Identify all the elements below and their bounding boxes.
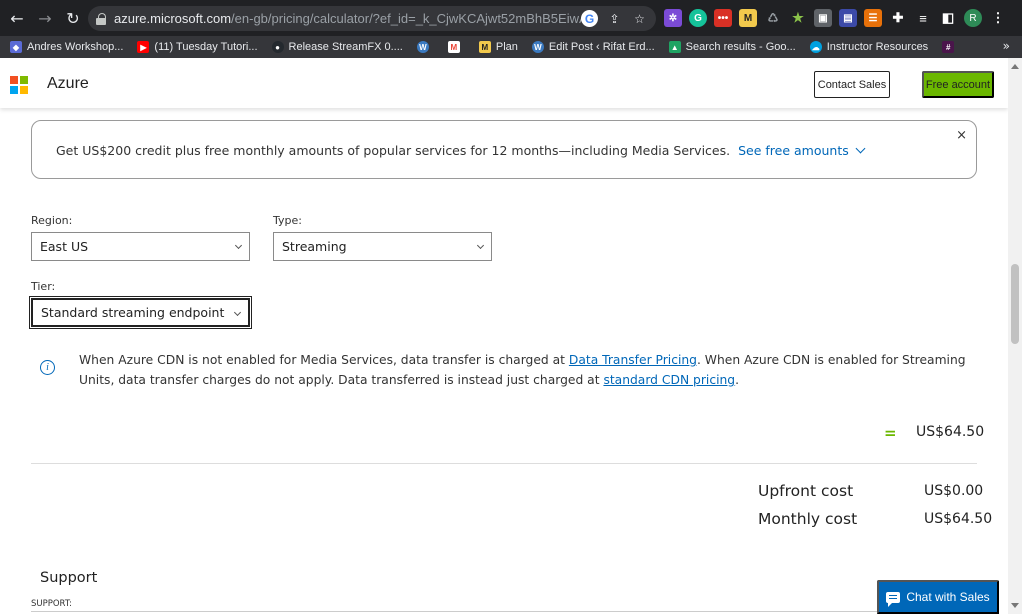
forward-arrow-icon[interactable]: → xyxy=(34,7,56,29)
free-account-button[interactable]: Free account xyxy=(922,71,994,98)
bookmark-item[interactable]: ◆ Andres Workshop... xyxy=(10,41,123,53)
microsoft-logo-icon[interactable] xyxy=(10,76,28,94)
browser-toolbar: ← → ↻ azure.microsoft.com/en-gb/pricing/… xyxy=(0,0,1022,36)
type-select[interactable]: Streaming xyxy=(273,232,492,261)
free-credit-banner: Get US$200 credit plus free monthly amou… xyxy=(31,120,977,179)
monthly-cost-value: US$64.50 xyxy=(924,511,993,527)
upfront-cost-label: Upfront cost xyxy=(758,482,854,500)
extension-book-icon[interactable]: ▤ xyxy=(839,9,857,27)
gmail-icon: M xyxy=(447,41,460,53)
extension-stack-icon[interactable]: ☰ xyxy=(864,9,882,27)
monthly-cost-label: Monthly cost xyxy=(758,510,858,528)
youtube-icon: ▶ xyxy=(137,41,150,53)
profile-avatar[interactable]: R xyxy=(964,9,982,27)
tier-select[interactable]: Standard streaming endpoint xyxy=(29,296,252,329)
address-bar[interactable]: azure.microsoft.com/en-gb/pricing/calcul… xyxy=(88,6,656,31)
chevron-down-icon xyxy=(234,241,243,250)
bookmark-item[interactable]: ▲ Search results - Goo... xyxy=(668,41,796,53)
slack-icon: # xyxy=(942,41,955,53)
cdn-info-note: When Azure CDN is not enabled for Media … xyxy=(79,353,966,387)
bookmarks-bar: ◆ Andres Workshop... ▶ (11) Tuesday Tutori… xyxy=(0,36,1022,58)
github-icon: ● xyxy=(271,41,284,53)
data-transfer-pricing-link[interactable]: Data Transfer Pricing xyxy=(569,353,697,367)
bookmark-item[interactable]: ☁ Instructor Resources xyxy=(809,41,928,53)
chevron-down-icon xyxy=(476,241,485,250)
more-menu-icon[interactable]: ⋮ xyxy=(989,9,1007,27)
line-item-total: US$64.50 xyxy=(916,424,985,440)
close-icon[interactable]: × xyxy=(956,128,967,143)
wordpress-icon: W xyxy=(531,41,544,53)
chevron-down-icon xyxy=(233,308,242,317)
bookmark-star-icon[interactable]: ☆ xyxy=(631,10,648,27)
side-panel-icon[interactable]: ◧ xyxy=(939,9,957,27)
divider xyxy=(31,463,977,464)
puzzle-icon[interactable]: ✚ xyxy=(889,9,907,27)
upfront-cost-value: US$0.00 xyxy=(924,483,984,499)
banner-text: Get US$200 credit plus free monthly amou… xyxy=(56,143,866,158)
url-text[interactable]: azure.microsoft.com/en-gb/pricing/calcul… xyxy=(114,11,584,26)
region-select[interactable]: East US xyxy=(31,232,250,261)
reading-list-icon[interactable]: ≡ xyxy=(914,9,932,27)
bookmark-item[interactable]: # xyxy=(942,41,959,53)
tier-label: Tier: xyxy=(31,280,56,293)
chevron-down-icon xyxy=(855,143,866,154)
miro-extension-icon[interactable]: M xyxy=(739,9,757,27)
bookmark-item[interactable]: ● Release StreamFX 0.... xyxy=(271,41,403,53)
extension-gear-icon[interactable]: ✲ xyxy=(664,9,682,27)
info-icon: i xyxy=(40,360,55,375)
shield-icon: ◆ xyxy=(10,41,22,53)
contact-sales-button[interactable]: Contact Sales xyxy=(814,71,890,98)
chat-with-sales-button[interactable]: Chat with Sales xyxy=(877,580,999,614)
standard-cdn-pricing-link[interactable]: standard CDN pricing xyxy=(603,373,735,387)
salesforce-icon: ☁ xyxy=(809,41,822,53)
see-free-amounts-link[interactable]: See free amounts xyxy=(738,143,866,158)
page-scrollbar[interactable] xyxy=(1008,58,1022,614)
grammarly-icon[interactable]: G xyxy=(689,9,707,27)
recycle-icon[interactable]: ♺ xyxy=(764,9,782,27)
reload-icon[interactable]: ↻ xyxy=(62,7,84,29)
back-arrow-icon[interactable]: ← xyxy=(6,7,28,29)
bookmark-item[interactable]: W xyxy=(416,41,434,53)
scrollbar-thumb[interactable] xyxy=(1011,264,1019,344)
google-drive-icon: ▲ xyxy=(668,41,681,53)
divider xyxy=(31,611,977,612)
bookmark-item[interactable]: M xyxy=(447,41,465,53)
brand-name[interactable]: Azure xyxy=(47,75,89,93)
miro-icon: M xyxy=(478,41,491,53)
screenshot-icon[interactable]: ▣ xyxy=(814,9,832,27)
bookmark-item[interactable]: W Edit Post ‹ Rifat Erd... xyxy=(531,41,655,53)
site-header: Azure Contact Sales Free account xyxy=(0,58,1008,108)
bookmark-item[interactable]: ▶ (11) Tuesday Tutori... xyxy=(137,41,258,53)
share-icon[interactable]: ⇪ xyxy=(606,10,623,27)
support-sublabel: SUPPORT: xyxy=(31,599,72,609)
extension-dots-icon[interactable]: ••• xyxy=(714,9,732,27)
lock-icon[interactable] xyxy=(96,12,106,25)
bookmarks-overflow-icon[interactable]: » xyxy=(1003,39,1010,53)
scroll-down-icon[interactable] xyxy=(1011,603,1019,608)
google-lens-icon[interactable]: G xyxy=(581,10,598,27)
scroll-up-icon[interactable] xyxy=(1011,64,1019,69)
support-heading: Support xyxy=(40,570,98,586)
chat-bubble-icon xyxy=(886,591,901,607)
wordpress-icon: W xyxy=(416,41,429,53)
type-label: Type: xyxy=(273,214,302,227)
bookmark-item[interactable]: M Plan xyxy=(478,41,518,53)
star-extension-icon[interactable]: ★ xyxy=(789,9,807,27)
page-viewport: Azure Contact Sales Free account Get US$… xyxy=(0,58,1008,614)
region-label: Region: xyxy=(31,214,73,227)
equals-sign: = xyxy=(884,424,897,442)
